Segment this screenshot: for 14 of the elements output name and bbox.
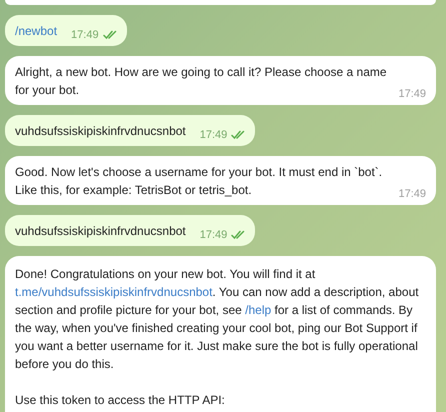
message-time: 17:49 [200,128,228,142]
message-time: 17:49 [71,28,99,42]
message-text: vuhdsufssiskipiskinfrvdnucsnbot [15,123,186,140]
link[interactable]: /help [245,303,272,317]
message-time: 17:49 [398,87,426,101]
message-time: 17:49 [398,187,426,201]
message-time: 17:49 [200,228,228,242]
message-text: vuhdsufssiskipiskinfrvdnucsnbot [15,223,186,240]
message-text: Done! Congratulations on your new bot. You will find it at t.me/vuhdsufssiskipiskinfrvdnucsnbot. You can now add a description, about section and profile picture for your bot, see /help for a list of commands. By the way, when you've finished creating your cool bot, ping our Bot Support if you want a better username for it. Just make sure the bot is fully operational before you do this. [15,266,420,373]
link[interactable]: t.me/vuhdsufssiskipiskinfrvdnucsnbot [15,285,212,299]
message-text: Use this token to access the HTTP API: [15,393,225,407]
link[interactable]: /newbot [15,24,58,38]
message-text: Good. Now let's choose a username for your bot. It must end in `bot`. Like this, for example: TetrisBot or tetris_bot. [15,164,384,199]
message-text: Alright, a new bot. How are we going to call it? Please choose a name for your bot. [15,64,388,99]
